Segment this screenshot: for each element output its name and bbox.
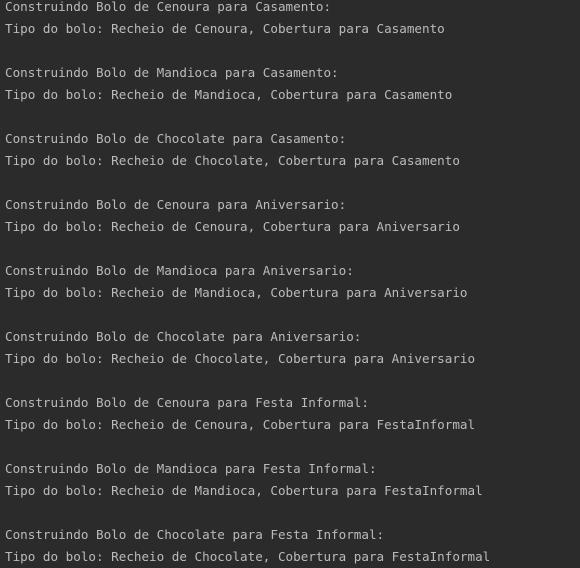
console-line: Construindo Bolo de Chocolate para Anive… [5, 329, 362, 344]
console-line: Construindo Bolo de Mandioca para Casame… [5, 65, 339, 80]
console-line: Construindo Bolo de Cenoura para Casamen… [5, 0, 332, 14]
console-line: Tipo do bolo: Recheio de Mandioca, Cober… [5, 87, 453, 102]
console-output[interactable]: Construindo Bolo de Cenoura para Casamen… [0, 0, 580, 565]
console-line: Construindo Bolo de Chocolate para Festa… [5, 527, 385, 542]
console-line: Construindo Bolo de Cenoura para Festa I… [5, 395, 369, 410]
console-line: Tipo do bolo: Recheio de Cenoura, Cobert… [5, 219, 460, 234]
console-line: Construindo Bolo de Mandioca para Festa … [5, 461, 377, 476]
console-line: Tipo do bolo: Recheio de Mandioca, Cober… [5, 285, 468, 300]
console-line: Construindo Bolo de Chocolate para Casam… [5, 131, 347, 146]
console-line: Tipo do bolo: Recheio de Cenoura, Cobert… [5, 417, 476, 432]
console-line: Tipo do bolo: Recheio de Cenoura, Cobert… [5, 21, 445, 36]
console-line: Construindo Bolo de Cenoura para Anivers… [5, 197, 347, 212]
console-line: Tipo do bolo: Recheio de Mandioca, Cober… [5, 483, 483, 498]
console-line: Construindo Bolo de Mandioca para Aniver… [5, 263, 354, 278]
console-line: Tipo do bolo: Recheio de Chocolate, Cobe… [5, 153, 460, 168]
console-line: Tipo do bolo: Recheio de Chocolate, Cobe… [5, 351, 476, 366]
